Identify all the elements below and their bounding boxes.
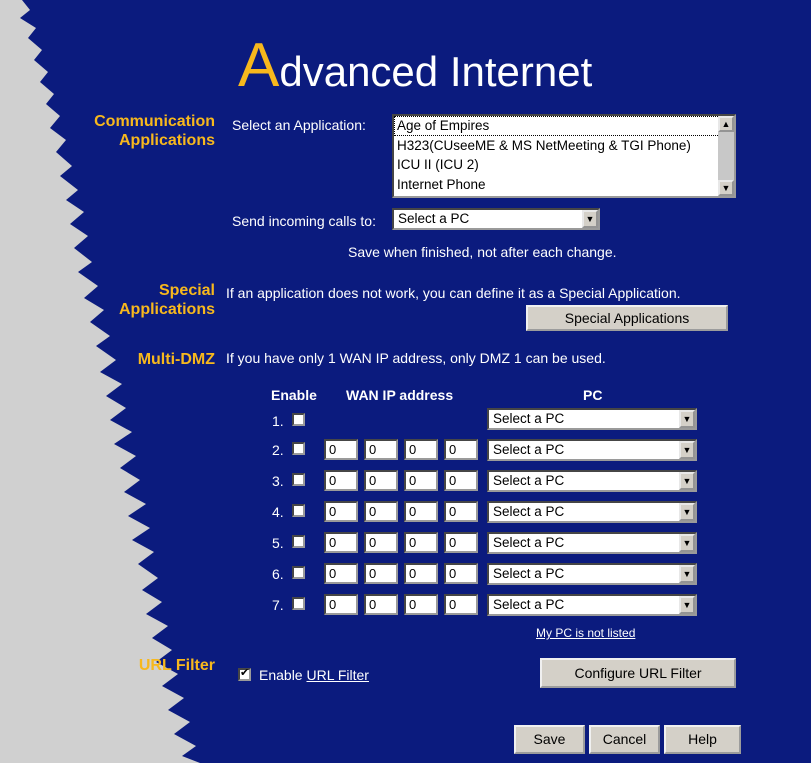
dmz-row-number: 7. bbox=[272, 597, 284, 613]
wan-ip-octet-input[interactable]: 0 bbox=[404, 594, 438, 615]
dmz-pc-select[interactable]: Select a PC ▼ bbox=[487, 532, 697, 554]
chevron-down-icon: ▼ bbox=[679, 596, 695, 614]
chevron-down-icon: ▼ bbox=[582, 210, 598, 228]
my-pc-not-listed-link[interactable]: My PC is not listed bbox=[536, 626, 635, 640]
save-button[interactable]: Save bbox=[514, 725, 585, 754]
wan-ip-octet-input[interactable]: 0 bbox=[404, 532, 438, 553]
save-note: Save when finished, not after each chang… bbox=[348, 244, 617, 260]
dmz-enable-checkbox[interactable] bbox=[292, 473, 305, 486]
wan-ip-octet-input[interactable]: 0 bbox=[324, 439, 358, 460]
cancel-button[interactable]: Cancel bbox=[589, 725, 660, 754]
send-calls-select[interactable]: Select a PC ▼ bbox=[392, 208, 600, 230]
wan-ip-octet-input[interactable]: 0 bbox=[444, 594, 478, 615]
wan-ip-octet-input[interactable]: 0 bbox=[404, 439, 438, 460]
chevron-down-icon: ▼ bbox=[679, 441, 695, 459]
wan-ip-octet-input[interactable]: 0 bbox=[444, 563, 478, 584]
chevron-down-icon: ▼ bbox=[679, 472, 695, 490]
dmz-row-number: 5. bbox=[272, 535, 284, 551]
dmz-pc-select[interactable]: Select a PC ▼ bbox=[487, 501, 697, 523]
list-item[interactable]: H323(CUseeME & MS NetMeeting & TGI Phone… bbox=[394, 136, 734, 156]
list-item[interactable]: Age of Empires bbox=[394, 116, 734, 136]
url-filter-heading: URL Filter bbox=[138, 657, 215, 674]
dmz-enable-checkbox[interactable] bbox=[292, 442, 305, 455]
chevron-down-icon: ▼ bbox=[679, 565, 695, 583]
enable-url-filter-checkbox[interactable] bbox=[238, 666, 251, 681]
wan-ip-octet-input[interactable]: 0 bbox=[364, 532, 398, 553]
dmz-row-number: 3. bbox=[272, 473, 284, 489]
dmz-pc-select[interactable]: Select a PC ▼ bbox=[487, 439, 697, 461]
communication-applications-heading: Communication Applications bbox=[94, 113, 215, 149]
wan-ip-octet-input[interactable]: 0 bbox=[444, 439, 478, 460]
dmz-enable-checkbox[interactable] bbox=[292, 504, 305, 517]
wan-ip-octet-input[interactable]: 0 bbox=[404, 501, 438, 522]
wan-ip-octet-input[interactable]: 0 bbox=[324, 563, 358, 584]
dmz-enable-checkbox[interactable] bbox=[292, 413, 305, 426]
dmz-pc-select[interactable]: Select a PC ▼ bbox=[487, 470, 697, 492]
wan-ip-octet-input[interactable]: 0 bbox=[324, 470, 358, 491]
advanced-internet-page: Advanced Internet Communication Applicat… bbox=[0, 0, 811, 763]
wan-ip-octet-input[interactable]: 0 bbox=[404, 563, 438, 584]
wan-ip-octet-input[interactable]: 0 bbox=[364, 563, 398, 584]
chevron-down-icon: ▼ bbox=[679, 410, 695, 428]
select-application-label: Select an Application: bbox=[232, 117, 366, 133]
dmz-pc-select[interactable]: Select a PC ▼ bbox=[487, 408, 697, 430]
wan-ip-octet-input[interactable]: 0 bbox=[364, 594, 398, 615]
column-header-wan-ip: WAN IP address bbox=[346, 387, 454, 403]
wan-ip-octet-input[interactable]: 0 bbox=[324, 501, 358, 522]
url-filter-link[interactable]: URL Filter bbox=[306, 667, 369, 683]
special-applications-heading: Special Applications bbox=[118, 282, 215, 318]
help-button[interactable]: Help bbox=[664, 725, 741, 754]
column-header-pc: PC bbox=[583, 387, 603, 403]
application-listbox[interactable]: Age of Empires H323(CUseeME & MS NetMeet… bbox=[392, 114, 736, 198]
enable-url-filter-label: Enable URL Filter bbox=[259, 667, 369, 683]
wan-ip-octet-input[interactable]: 0 bbox=[444, 470, 478, 491]
dmz-pc-select[interactable]: Select a PC ▼ bbox=[487, 563, 697, 585]
wan-ip-octet-input[interactable]: 0 bbox=[324, 594, 358, 615]
send-incoming-calls-label: Send incoming calls to: bbox=[232, 213, 376, 229]
dmz-row-number: 2. bbox=[272, 442, 284, 458]
configure-url-filter-button[interactable]: Configure URL Filter bbox=[540, 658, 736, 688]
wan-ip-octet-input[interactable]: 0 bbox=[444, 532, 478, 553]
special-applications-button[interactable]: Special Applications bbox=[526, 305, 728, 331]
chevron-down-icon: ▼ bbox=[679, 503, 695, 521]
scroll-up-icon[interactable]: ▲ bbox=[718, 116, 734, 132]
special-applications-description: If an application does not work, you can… bbox=[226, 285, 681, 301]
dmz-note: If you have only 1 WAN IP address, only … bbox=[226, 350, 606, 366]
wan-ip-octet-input[interactable]: 0 bbox=[364, 501, 398, 522]
multi-dmz-heading: Multi-DMZ bbox=[137, 351, 215, 368]
list-item[interactable]: ICU II (ICU 2) bbox=[394, 155, 734, 175]
chevron-down-icon: ▼ bbox=[679, 534, 695, 552]
dmz-pc-select[interactable]: Select a PC ▼ bbox=[487, 594, 697, 616]
listbox-scrollbar[interactable]: ▲ ▼ bbox=[718, 116, 734, 196]
wan-ip-octet-input[interactable]: 0 bbox=[364, 470, 398, 491]
dmz-enable-checkbox[interactable] bbox=[292, 597, 305, 610]
dmz-row-number: 4. bbox=[272, 504, 284, 520]
dmz-enable-checkbox[interactable] bbox=[292, 566, 305, 579]
wan-ip-octet-input[interactable]: 0 bbox=[324, 532, 358, 553]
dmz-row-number: 1. bbox=[272, 413, 284, 429]
wan-ip-octet-input[interactable]: 0 bbox=[364, 439, 398, 460]
wan-ip-octet-input[interactable]: 0 bbox=[444, 501, 478, 522]
column-header-enable: Enable bbox=[271, 387, 317, 403]
dmz-row-number: 6. bbox=[272, 566, 284, 582]
wan-ip-octet-input[interactable]: 0 bbox=[404, 470, 438, 491]
list-item[interactable]: Internet Phone bbox=[394, 175, 734, 195]
dmz-enable-checkbox[interactable] bbox=[292, 535, 305, 548]
page-title: Advanced Internet bbox=[238, 31, 593, 100]
scroll-down-icon[interactable]: ▼ bbox=[718, 180, 734, 196]
